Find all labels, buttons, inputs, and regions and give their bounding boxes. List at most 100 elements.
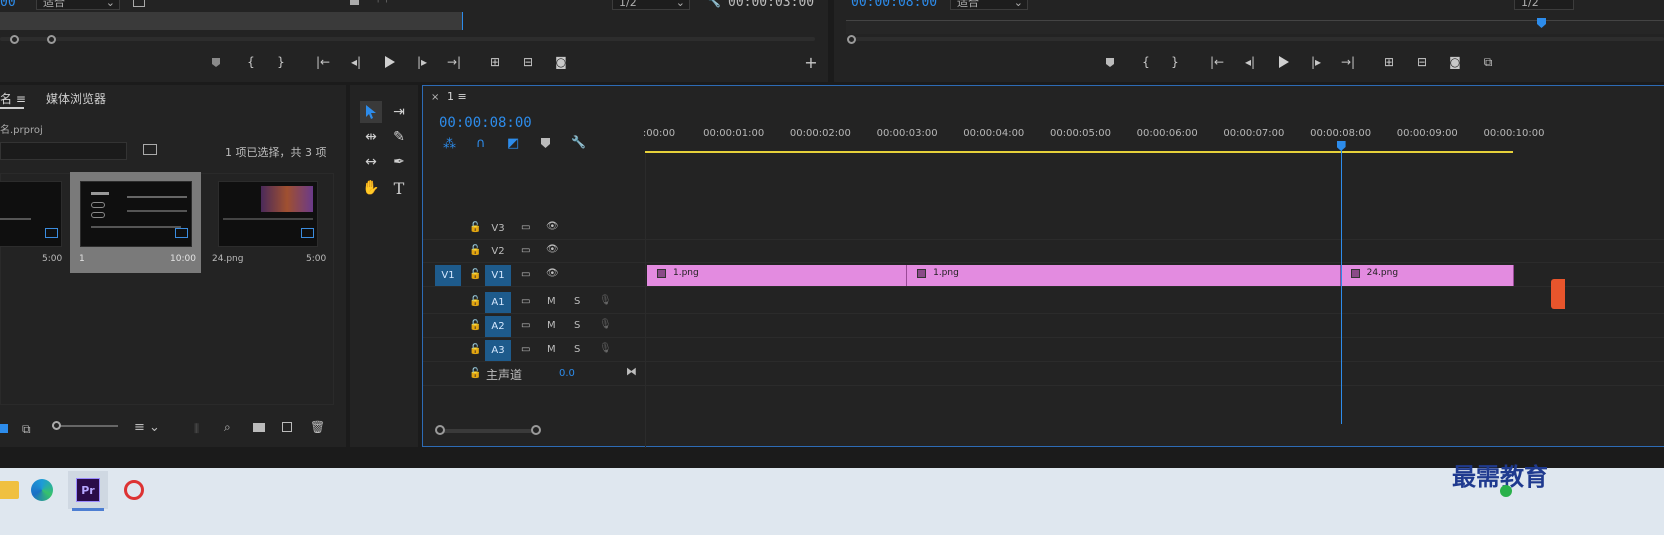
add-marker-button[interactable] [207,54,225,70]
track-a3[interactable]: 🔓 A3 ▭ M S 🎙 [423,339,1664,362]
edge-browser-icon[interactable] [22,471,62,509]
project-item-thumb[interactable] [80,181,192,247]
mark-out-button[interactable]: } [272,54,290,70]
microphone-icon[interactable]: 🎙 [599,343,612,354]
project-item-thumb[interactable] [218,181,318,247]
step-back-button[interactable]: ◂| [1241,54,1259,70]
go-to-out-button[interactable]: →| [445,54,463,70]
camera-icon[interactable]: ◙ [552,54,570,70]
timeline-clip[interactable]: 1.png [907,265,1341,286]
program-fit-dropdown[interactable]: 适合 ⌄ [950,0,1028,10]
selection-tool[interactable] [360,101,382,123]
lift-button[interactable]: ⊞ [1380,54,1398,70]
sync-lock-icon[interactable]: ▭ [521,320,530,331]
tray-icon[interactable] [1500,485,1512,497]
track-label[interactable]: A3 [485,340,511,361]
search-input[interactable] [0,142,127,160]
master-volume[interactable]: 0.0 [559,368,575,379]
project-item-thumb[interactable] [0,181,62,247]
linked-selection-icon[interactable]: ◩ [507,136,519,151]
new-bin-from-search-icon[interactable] [143,144,157,155]
razor-tool[interactable]: ✎ [388,126,410,148]
eye-icon[interactable]: 👁 [546,221,559,232]
work-area-bar[interactable] [645,151,1513,153]
solo-button[interactable]: S [574,344,580,355]
track-label[interactable]: V2 [485,241,511,262]
wrench-icon[interactable]: 🔧 [706,0,721,8]
timeline-scrollbar[interactable] [439,429,537,433]
tab-sequence[interactable]: 1 ≡ [447,90,467,103]
lock-icon[interactable]: 🔓 [469,245,481,256]
track-a2[interactable]: 🔓 A2 ▭ M S 🎙 [423,315,1664,338]
source-patch-v1[interactable]: V1 [435,265,461,286]
snap-magnet-icon[interactable]: ∩ [476,136,486,151]
microphone-icon[interactable]: 🎙 [599,295,612,306]
search-icon[interactable]: ⌕ [224,420,231,435]
scroll-handle-right[interactable] [47,35,56,44]
track-label[interactable]: V1 [485,265,511,286]
source-zoom-scrollbar[interactable] [0,37,815,41]
new-item-icon[interactable] [282,422,292,432]
playhead[interactable] [1340,148,1342,424]
source-timecode-left[interactable]: 00 [0,0,16,10]
slip-tool[interactable]: ↔ [360,151,382,173]
premiere-pro-icon[interactable]: Pr [68,471,108,509]
lock-icon[interactable]: 🔓 [469,368,481,379]
sync-lock-icon[interactable]: ▭ [521,344,530,355]
track-v3[interactable]: 🔓 V3 ▭ 👁 [423,217,1664,240]
scroll-handle-left[interactable] [10,35,19,44]
mute-button[interactable]: M [547,296,556,307]
track-master[interactable]: 🔓 主声道 0.0 ⧓ [423,363,1664,386]
source-resolution-dropdown[interactable]: 1/2 ⌄ [612,0,690,10]
track-label[interactable]: A2 [485,316,511,337]
hand-tool[interactable]: ✋ [360,177,382,199]
side-badge-icon[interactable] [1551,279,1565,309]
pen-tool[interactable]: ✒ [388,151,410,173]
scroll-handle-right[interactable] [531,425,541,435]
go-to-in-button[interactable]: |← [1208,54,1226,70]
extract-button[interactable]: ⊟ [1413,54,1431,70]
source-fit-dropdown[interactable]: 适合 ⌄ [36,0,120,10]
track-label[interactable]: A1 [485,292,511,313]
type-tool[interactable]: T [388,177,410,199]
lock-icon[interactable]: 🔓 [469,344,481,355]
new-bin-icon[interactable] [253,423,265,432]
export-frame-icon[interactable] [350,0,359,5]
lock-icon[interactable]: 🔓 [469,296,481,307]
step-forward-button[interactable]: |▸ [1307,54,1325,70]
close-icon[interactable]: × [431,92,439,103]
source-time-ruler[interactable] [0,12,462,30]
program-timecode[interactable]: 00:00:08:00 [851,0,937,10]
zoom-slider-handle[interactable] [52,421,61,430]
mute-button[interactable]: M [547,320,556,331]
sync-lock-icon[interactable]: ▭ [521,245,530,256]
add-button[interactable]: + [802,53,820,72]
step-forward-button[interactable]: |▸ [413,54,431,70]
lock-icon[interactable]: 🔓 [469,320,481,331]
compare-view-button[interactable]: ⧉ [1479,54,1497,70]
timeline-clip[interactable]: 1.png [647,265,908,286]
solo-button[interactable]: S [574,296,580,307]
overlay-icon[interactable]: ⊹⊹ [374,0,391,5]
mute-button[interactable]: M [547,344,556,355]
sync-lock-icon[interactable]: ▭ [521,222,530,233]
wrench-icon[interactable]: 🔧 [571,135,586,149]
solo-button[interactable]: S [574,320,580,331]
eye-icon[interactable]: 👁 [546,244,559,255]
play-button[interactable] [1274,54,1292,70]
go-to-out-button[interactable]: →| [1339,54,1357,70]
scroll-handle-left[interactable] [847,35,856,44]
sort-icon[interactable]: ≡ ⌄ [134,420,160,435]
overwrite-button[interactable]: ⊟ [519,54,537,70]
source-playhead[interactable] [462,12,463,30]
track-v1[interactable]: V1 🔓 V1 ▭ 👁 1.png 1.png 24.png [423,264,1664,287]
tool-app-icon[interactable] [114,471,154,509]
timeline-clip[interactable]: 24.png [1340,265,1514,286]
track-a1[interactable]: 🔓 A1 ▭ M S 🎙 [423,291,1664,314]
automate-icon[interactable]: ⫼ [194,422,199,436]
mark-in-button[interactable]: { [1137,54,1155,70]
sync-lock-icon[interactable]: ▭ [521,296,530,307]
tab-media-browser[interactable]: 媒体浏览器 [46,90,106,107]
ripple-edit-tool[interactable]: ⇹ [360,126,382,148]
microphone-icon[interactable]: 🎙 [599,319,612,330]
